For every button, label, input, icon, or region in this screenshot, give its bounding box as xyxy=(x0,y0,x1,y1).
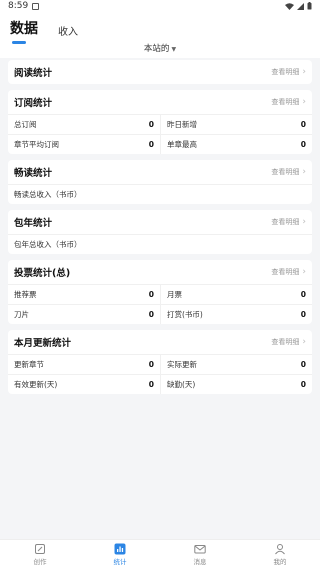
battery-icon xyxy=(307,2,312,10)
tab-income[interactable]: 收入 xyxy=(58,23,78,38)
chevron-right-icon: › xyxy=(302,337,306,347)
stat-item: 包年总收入（书币） xyxy=(8,234,312,254)
chevron-right-icon: › xyxy=(302,167,306,177)
nav-item-profile[interactable]: 我的 xyxy=(250,543,310,566)
view-detail-link[interactable]: 查看明细 › xyxy=(271,267,306,277)
user-icon xyxy=(275,544,285,555)
card-title: 订阅统计 xyxy=(14,98,53,109)
status-time: 8:59 xyxy=(8,1,29,11)
bottom-nav: 创作 统计 消息 我的 xyxy=(0,539,320,569)
signal-icon xyxy=(297,2,304,10)
nav-item-create[interactable]: 创作 xyxy=(10,543,70,566)
stat-item: 昨日新增 0 xyxy=(160,114,312,134)
edit-icon xyxy=(35,544,45,554)
view-detail-link[interactable]: 查看明细 › xyxy=(271,167,306,177)
card-title: 畅读统计 xyxy=(14,168,53,179)
stat-item: 章节平均订阅 0 xyxy=(8,134,160,154)
view-detail-link[interactable]: 查看明细 › xyxy=(271,67,306,77)
card-title: 投票统计(总) xyxy=(14,268,71,279)
stat-item: 总订阅 0 xyxy=(8,114,160,134)
annual-stats-card: 包年统计 查看明细 › 包年总收入（书币） xyxy=(8,210,312,254)
main-content: 阅读统计 查看明细 › 订阅统计 查看明细 › 总订阅 0 昨日新增 0 章节平均订阅 0… xyxy=(0,58,320,394)
mail-icon xyxy=(194,545,206,554)
tab-data[interactable]: 数据 xyxy=(10,18,38,44)
stat-item: 更新章节 0 xyxy=(8,354,160,374)
status-bar: 8:59 xyxy=(0,0,320,12)
caret-down-icon: ▼ xyxy=(171,46,177,53)
chart-icon xyxy=(114,543,126,555)
scope-selector[interactable]: 本站的 ▼ xyxy=(0,42,320,54)
view-detail-link[interactable]: 查看明细 › xyxy=(271,97,306,107)
card-title: 包年统计 xyxy=(14,218,53,229)
wifi-icon xyxy=(285,2,294,10)
chevron-right-icon: › xyxy=(302,97,306,107)
stat-item: 推荐票 0 xyxy=(8,284,160,304)
stat-item: 打赏(书币) 0 xyxy=(160,304,312,324)
top-tabs: 数据 收入 xyxy=(10,12,310,44)
stat-item: 刀片 0 xyxy=(8,304,160,324)
reading-stats-card: 阅读统计 查看明细 › xyxy=(8,60,312,84)
chevron-right-icon: › xyxy=(302,67,306,77)
scope-label: 本站的 xyxy=(143,44,170,54)
vote-stats-card: 投票统计(总) 查看明细 › 推荐票 0 月票 0 刀片 0 打赏(书币) 0 xyxy=(8,260,312,324)
notification-icon xyxy=(32,2,40,10)
header: 数据 收入 本站的 ▼ xyxy=(0,12,320,58)
chevron-right-icon: › xyxy=(302,217,306,227)
smooth-read-stats-card: 畅读统计 查看明细 › 畅读总收入（书币） xyxy=(8,160,312,204)
monthly-update-stats-card: 本月更新统计 查看明细 › 更新章节 0 实际更新 0 有效更新(天) 0 缺勤(天) 0 xyxy=(8,330,312,394)
subscription-stats-card: 订阅统计 查看明细 › 总订阅 0 昨日新增 0 章节平均订阅 0 单章最高 0 xyxy=(8,90,312,154)
card-title: 阅读统计 xyxy=(14,68,53,79)
view-detail-link[interactable]: 查看明细 › xyxy=(271,217,306,227)
stat-item: 实际更新 0 xyxy=(160,354,312,374)
stat-item: 畅读总收入（书币） xyxy=(8,184,312,204)
chevron-right-icon: › xyxy=(302,267,306,277)
stat-item: 单章最高 0 xyxy=(160,134,312,154)
nav-item-messages[interactable]: 消息 xyxy=(170,543,230,566)
view-detail-link[interactable]: 查看明细 › xyxy=(271,337,306,347)
stat-item: 缺勤(天) 0 xyxy=(160,374,312,394)
stat-item: 有效更新(天) 0 xyxy=(8,374,160,394)
card-title: 本月更新统计 xyxy=(14,338,72,349)
nav-item-stats[interactable]: 统计 xyxy=(90,543,150,566)
stat-item: 月票 0 xyxy=(160,284,312,304)
